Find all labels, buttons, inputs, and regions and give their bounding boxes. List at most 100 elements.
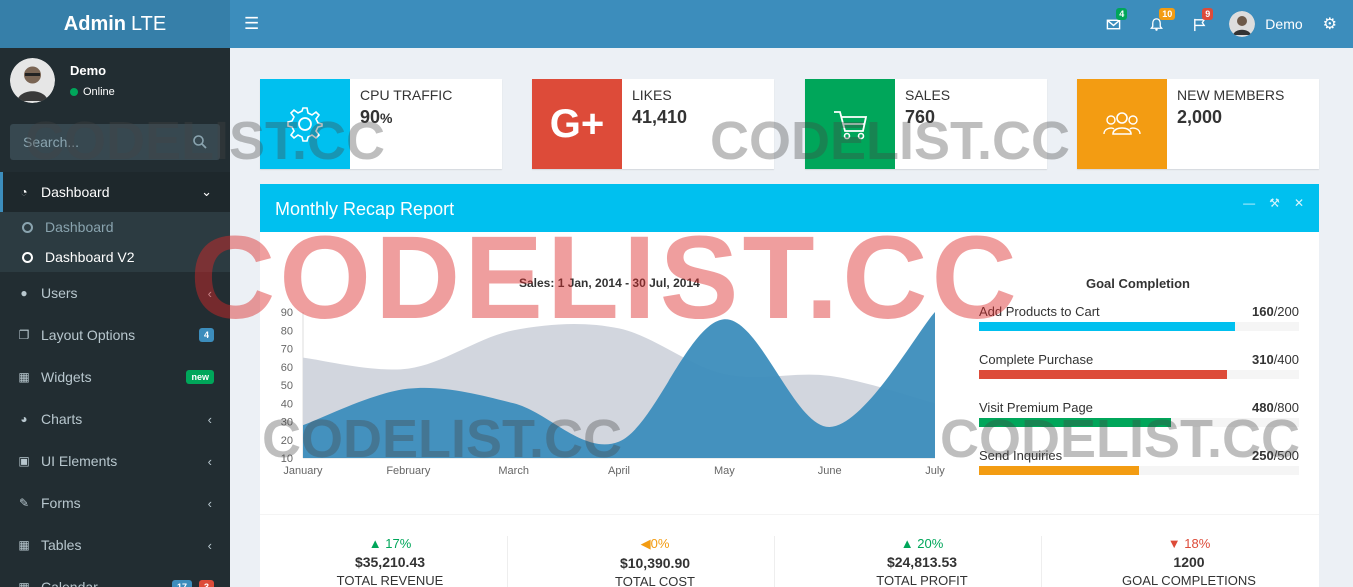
description-percentage: ▲ 20% (792, 536, 1052, 551)
gear-icon (287, 107, 323, 142)
online-dot-icon (70, 88, 78, 96)
description-block-cost: ◀0% $10,390.90 TOTAL COST (525, 536, 785, 587)
description-label: TOTAL COST (615, 574, 695, 587)
sidebar-item-forms[interactable]: ✎ Forms ‹ (0, 482, 230, 524)
x-tick-label: April (608, 465, 630, 477)
hamburger-icon[interactable]: ☰ (244, 14, 259, 34)
submenu-item-dashboard-v2[interactable]: Dashboard V2 (0, 242, 230, 272)
sidebar-item-label: UI Elements (41, 453, 118, 469)
caret-up-icon: ▲ (900, 536, 914, 551)
progress-number: 480/800 (1252, 400, 1299, 415)
sidebar-item-charts[interactable]: ◕ Charts ‹ (0, 398, 230, 440)
submenu-item-dashboard[interactable]: Dashboard (0, 212, 230, 242)
caret-down-icon: ▼ (1167, 536, 1181, 551)
progress-track (979, 322, 1299, 331)
logo-bold: Admin (63, 12, 126, 35)
sidebar-item-dashboard[interactable]: ◔ Dashboard ⌄ (0, 172, 230, 212)
caret-left-icon: ◀ (640, 536, 651, 551)
column-separator (774, 536, 775, 587)
avatar (1229, 11, 1256, 37)
sidebar-item-users[interactable]: ● Users ‹ (0, 272, 230, 314)
percentage-value: 0% (650, 536, 670, 551)
control-sidebar-gears-icon[interactable]: ⚙ (1323, 14, 1337, 34)
messages-button[interactable]: 4 (1092, 0, 1135, 48)
progress-done: 480 (1251, 400, 1274, 415)
description-percentage: ◀0% (525, 536, 785, 552)
sidebar-item-widgets[interactable]: ▦ Widgets new (0, 356, 230, 398)
sidebar-item-label: Widgets (41, 369, 92, 385)
goal-progress-complete-purchase: Complete Purchase 310/400 (979, 352, 1299, 379)
files-icon: ❐ (18, 328, 30, 342)
user-panel: Demo Online (0, 48, 230, 116)
user-menu[interactable]: Demo (1229, 11, 1303, 37)
progress-total: /400 (1273, 352, 1299, 367)
sidebar-item-label: Layout Options (41, 327, 136, 343)
logo-rest: LTE (131, 12, 167, 35)
box-footer-divider (260, 514, 1319, 515)
info-box-icon-bg (260, 79, 350, 169)
chevron-left-icon: ‹ (207, 285, 212, 301)
info-box-label: SALES (905, 87, 951, 103)
box-title: Monthly Recap Report (275, 199, 455, 219)
users-icon: ● (20, 286, 28, 300)
progress-total: /200 (1273, 304, 1299, 319)
sidebar-item-tables[interactable]: ▦ Tables ‹ (0, 524, 230, 566)
search-input[interactable] (10, 124, 180, 160)
widgets-badge: new (186, 370, 214, 384)
sidebar-item-ui-elements[interactable]: ▣ UI Elements ‹ (0, 440, 230, 482)
progress-done: 160 (1251, 304, 1274, 319)
search-icon[interactable] (192, 134, 208, 150)
description-value: $24,813.53 (886, 554, 958, 570)
grid-icon: ▦ (18, 370, 30, 384)
status-label: Online (83, 86, 115, 98)
info-box-icon-bg (805, 79, 895, 169)
description-label: TOTAL PROFIT (876, 573, 968, 587)
calendar-icon: ▦ (18, 580, 30, 587)
goal-title: Goal Completion (1086, 276, 1190, 291)
x-tick-label: March (498, 465, 529, 477)
caret-up-icon: ▲ (368, 536, 382, 551)
chevron-down-icon: ⌄ (201, 184, 212, 199)
progress-fill (979, 322, 1235, 331)
sidebar-item-label: Calendar (41, 579, 98, 587)
y-tick-label: 20 (281, 435, 293, 447)
x-tick-label: May (714, 465, 735, 477)
sidebar-item-label: Dashboard (41, 184, 110, 200)
chevron-left-icon: ‹ (207, 495, 212, 511)
sidebar-item-label: Charts (41, 411, 83, 427)
description-label: GOAL COMPLETIONS (1122, 573, 1256, 587)
sidebar-item-layout-options[interactable]: ❐ Layout Options 4 (0, 314, 230, 356)
user-status: Online (70, 86, 115, 98)
user-name: Demo (1265, 16, 1303, 32)
goal-progress-visit-premium: Visit Premium Page 480/800 (979, 400, 1299, 427)
y-tick-label: 40 (281, 398, 293, 410)
info-box-new-members: NEW MEMBERS 2,000 (1077, 79, 1319, 169)
circle-icon (22, 251, 33, 263)
progress-fill (979, 370, 1227, 379)
progress-number: 250/500 (1252, 448, 1299, 463)
description-percentage: ▲ 17% (260, 536, 520, 551)
box-tools: — ⚒ ✕ (1243, 196, 1304, 210)
y-tick-label: 80 (281, 325, 293, 337)
close-icon[interactable]: ✕ (1294, 196, 1304, 210)
app-logo[interactable]: Admin LTE (0, 0, 230, 48)
circle-icon (22, 221, 33, 233)
notifications-badge: 10 (1159, 8, 1176, 20)
x-tick-label: February (386, 465, 431, 477)
tasks-button[interactable]: 9 (1178, 0, 1221, 48)
x-tick-label: January (283, 465, 323, 477)
progress-done: 310 (1251, 352, 1274, 367)
progress-number: 310/400 (1252, 352, 1299, 367)
progress-fill (979, 466, 1139, 475)
info-box-cpu-traffic: CPU TRAFFIC 90% (260, 79, 502, 169)
sidebar-item-calendar[interactable]: ▦ Calendar 17 3 (0, 566, 230, 587)
info-box-value: 2,000 (1177, 107, 1223, 127)
shopping-cart-icon (834, 111, 868, 140)
collapse-icon[interactable]: — (1243, 196, 1255, 210)
top-navbar: ☰ 4 10 9 Demo ⚙ (230, 0, 1353, 48)
table-icon: ▦ (18, 538, 30, 552)
percentage-value: 18% (1184, 536, 1211, 551)
wrench-icon[interactable]: ⚒ (1269, 196, 1280, 210)
info-box-icon-bg (1077, 79, 1167, 169)
notifications-button[interactable]: 10 (1135, 0, 1178, 48)
